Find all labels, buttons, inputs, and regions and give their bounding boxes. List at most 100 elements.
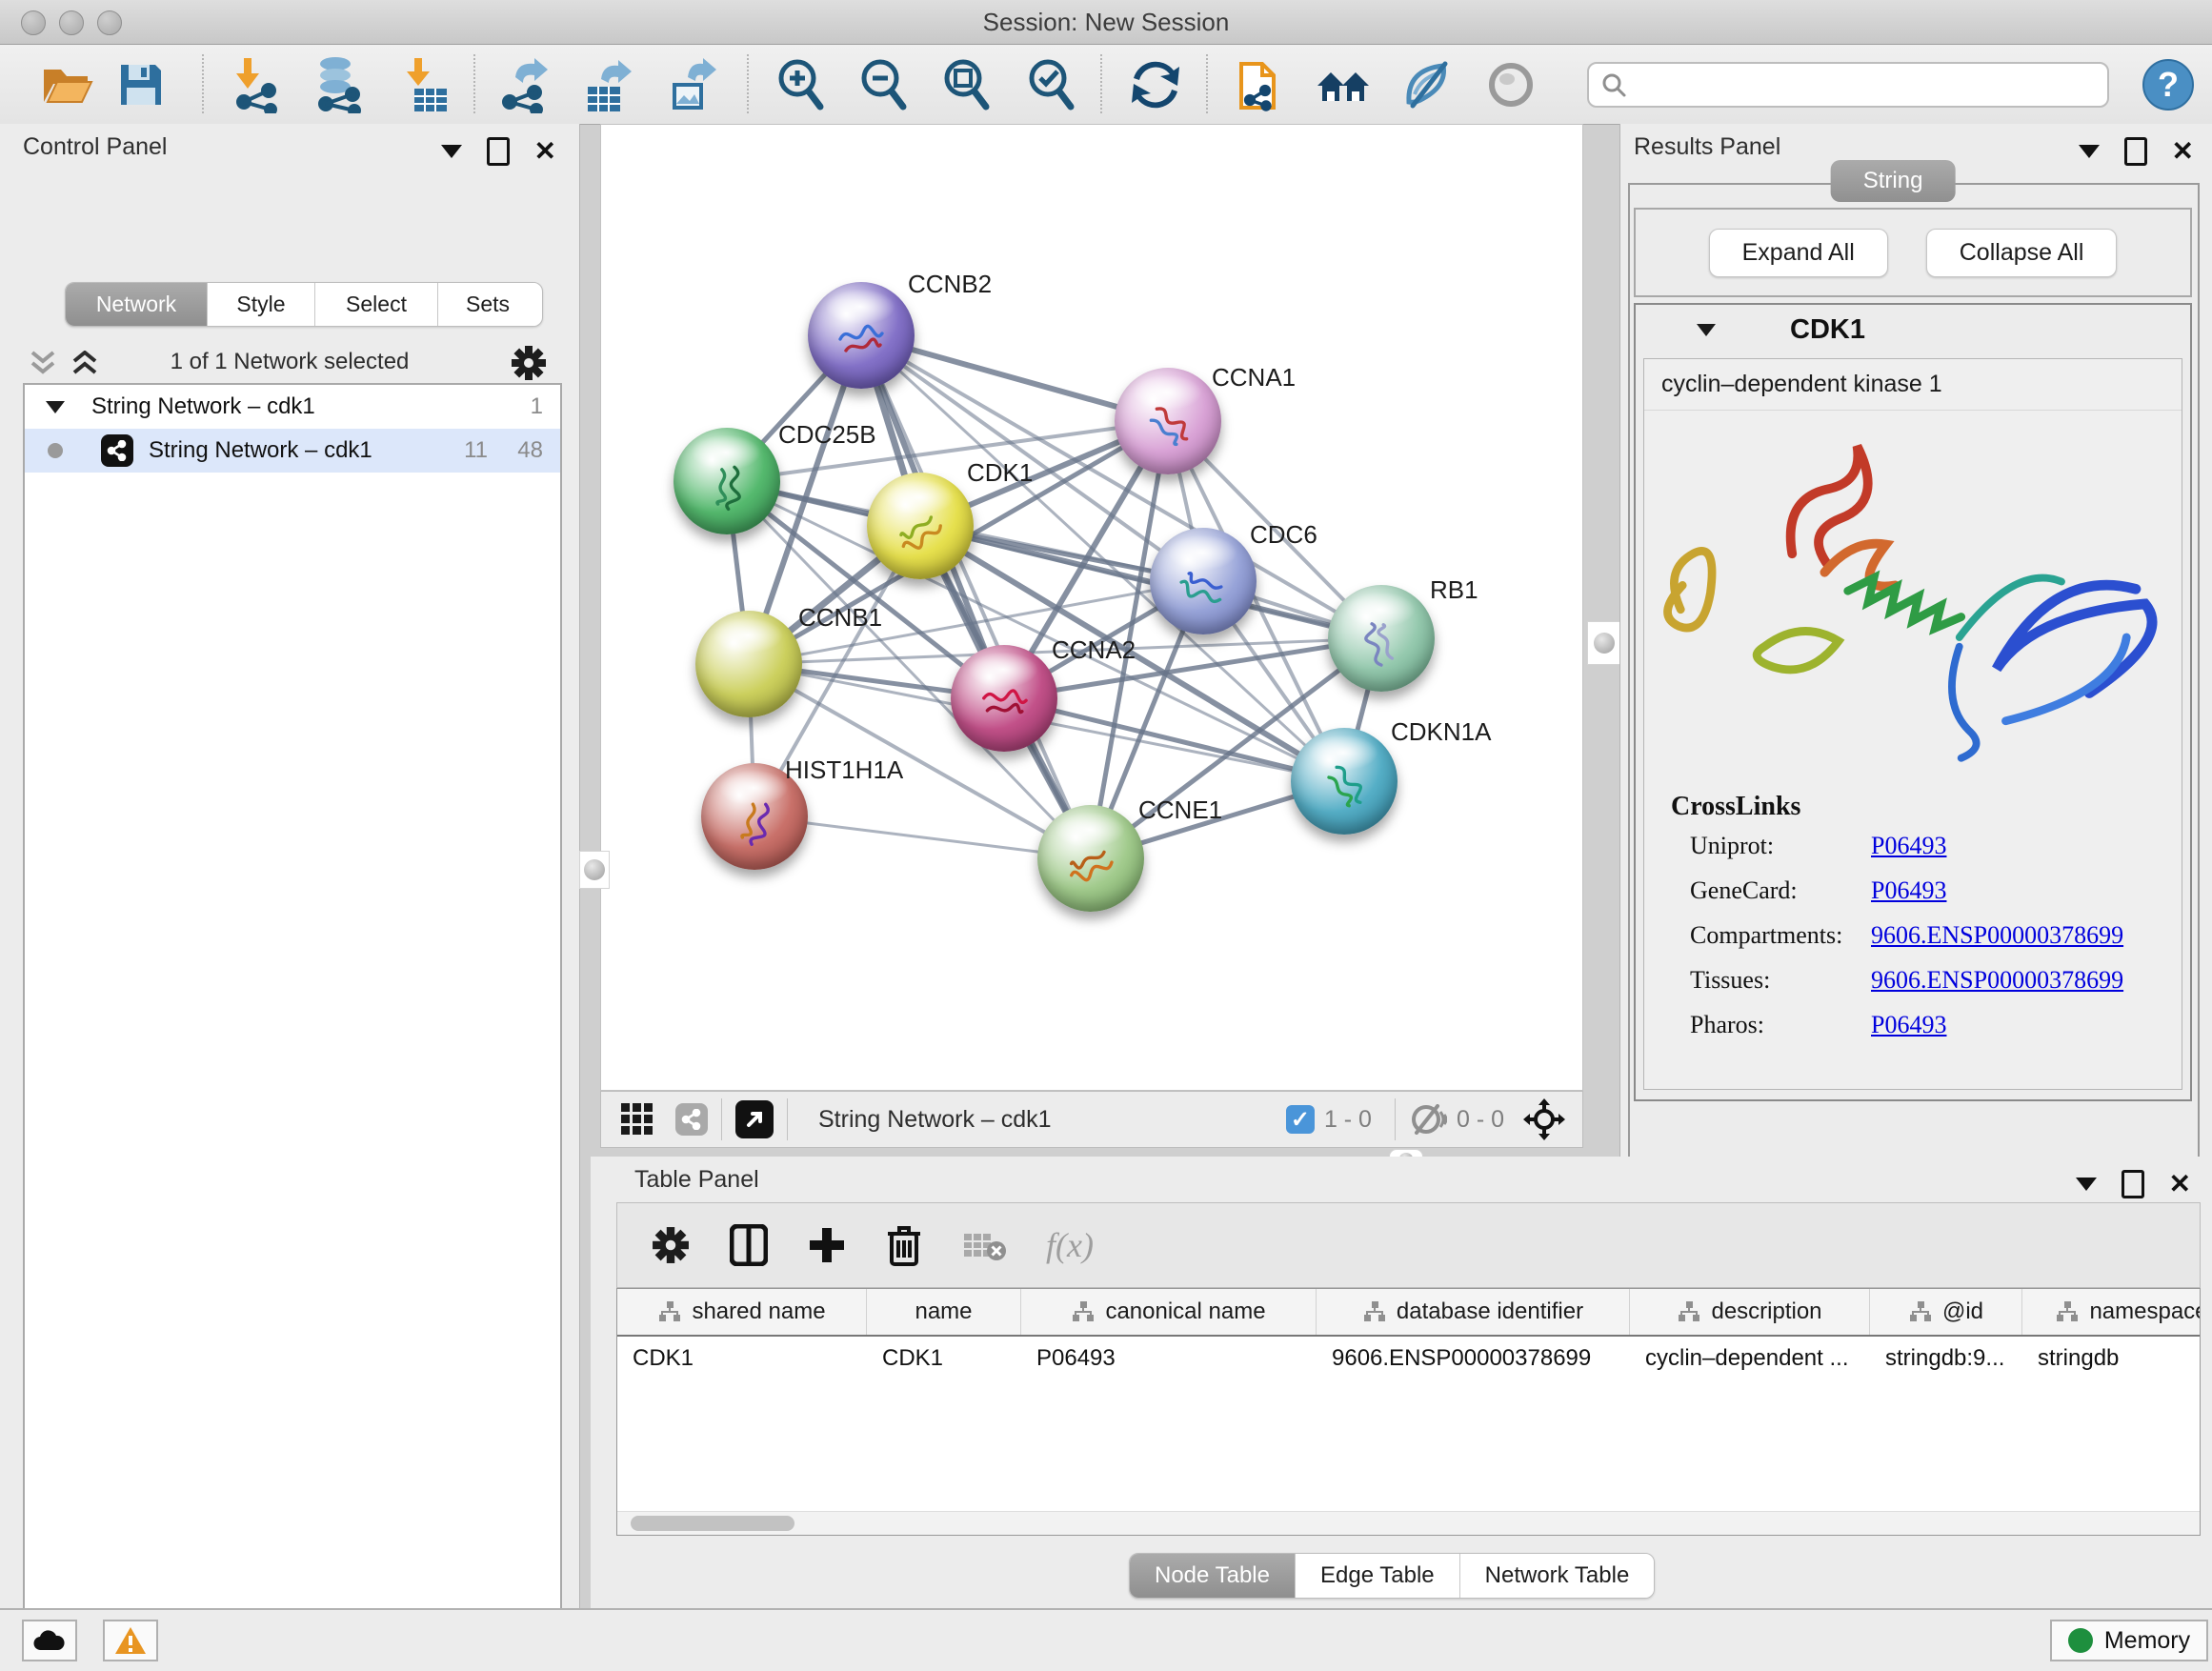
column-header-description[interactable]: description bbox=[1630, 1289, 1870, 1335]
zoom-selected-button[interactable] bbox=[1022, 56, 1079, 113]
search-field[interactable] bbox=[1587, 62, 2109, 108]
cloud-status-button[interactable] bbox=[22, 1620, 77, 1661]
panel-float-icon[interactable] bbox=[2122, 1170, 2144, 1198]
search-input[interactable] bbox=[1627, 70, 2069, 99]
panel-close-icon[interactable]: ✕ bbox=[534, 142, 556, 161]
table-panel: Table Panel ✕ bbox=[591, 1157, 2212, 1608]
tab-network[interactable]: Network bbox=[66, 283, 208, 326]
export-network-button[interactable] bbox=[496, 56, 553, 113]
export-image-button[interactable] bbox=[663, 56, 720, 113]
tab-node-table[interactable]: Node Table bbox=[1130, 1554, 1296, 1598]
delete-column-icon[interactable] bbox=[886, 1224, 922, 1266]
panel-float-icon[interactable] bbox=[487, 137, 510, 166]
import-table-file-button[interactable] bbox=[397, 56, 454, 113]
import-network-database-button[interactable] bbox=[310, 56, 367, 113]
network-canvas[interactable]: CCNB2CCNA1CDC25BCDK1CDC6RB1CCNB1CCNA2CDK… bbox=[600, 124, 1583, 1091]
collapse-all-button[interactable]: Collapse All bbox=[1926, 229, 2118, 277]
table-header-row: shared namenamecanonical namedatabase id… bbox=[617, 1289, 2200, 1337]
tab-edge-table[interactable]: Edge Table bbox=[1296, 1554, 1460, 1598]
table-cell[interactable]: P06493 bbox=[1021, 1337, 1317, 1380]
column-header-namespace[interactable]: namespace bbox=[2022, 1289, 2201, 1335]
panel-float-icon[interactable] bbox=[2124, 137, 2147, 166]
export-table-button[interactable] bbox=[578, 56, 635, 113]
network-node-count: 11 bbox=[464, 437, 488, 464]
gear-icon[interactable] bbox=[511, 345, 547, 381]
detach-view-icon[interactable] bbox=[735, 1100, 774, 1138]
zoom-out-button[interactable] bbox=[855, 56, 912, 113]
column-header--id[interactable]: @id bbox=[1870, 1289, 2022, 1335]
grid-view-icon[interactable] bbox=[620, 1102, 654, 1137]
delete-table-icon[interactable] bbox=[962, 1228, 1006, 1262]
panel-minimize-icon[interactable] bbox=[2079, 145, 2100, 158]
function-builder-button[interactable]: f(x) bbox=[1046, 1225, 1094, 1265]
memory-button[interactable]: Memory bbox=[2050, 1620, 2208, 1661]
left-splitter-handle[interactable] bbox=[579, 851, 610, 889]
hide-graphics-details-button[interactable] bbox=[1399, 56, 1457, 113]
selected-checkbox-icon[interactable]: ✓ bbox=[1286, 1105, 1315, 1134]
show-columns-icon[interactable] bbox=[730, 1224, 768, 1266]
warnings-button[interactable] bbox=[103, 1620, 158, 1661]
collection-expand-icon[interactable] bbox=[46, 401, 65, 413]
network-node-ccna1[interactable] bbox=[1115, 368, 1221, 474]
column-header-name[interactable]: name bbox=[867, 1289, 1021, 1335]
tab-sets[interactable]: Sets bbox=[438, 283, 537, 326]
help-button[interactable]: ? bbox=[2140, 56, 2197, 113]
table-row[interactable]: CDK1CDK1P064939606.ENSP00000378699cyclin… bbox=[617, 1337, 2200, 1380]
hidden-eye-slash-icon[interactable] bbox=[1409, 1104, 1447, 1135]
network-from-file-button[interactable] bbox=[1231, 56, 1288, 113]
network-node-cdkn1a[interactable] bbox=[1291, 728, 1398, 835]
import-network-file-button[interactable] bbox=[229, 56, 286, 113]
gene-collapse-icon[interactable] bbox=[1697, 324, 1716, 336]
tab-string[interactable]: String bbox=[1831, 160, 1956, 202]
right-splitter-handle[interactable] bbox=[1587, 621, 1621, 665]
panel-close-icon[interactable]: ✕ bbox=[2169, 1175, 2191, 1194]
panel-minimize-icon[interactable] bbox=[2076, 1178, 2097, 1191]
save-session-button[interactable] bbox=[112, 56, 170, 113]
home-button[interactable] bbox=[1316, 56, 1373, 113]
horizontal-scrollbar[interactable] bbox=[617, 1511, 2200, 1535]
panel-close-icon[interactable]: ✕ bbox=[2172, 142, 2194, 161]
column-header-database-identifier[interactable]: database identifier bbox=[1317, 1289, 1630, 1335]
column-header-canonical-name[interactable]: canonical name bbox=[1021, 1289, 1317, 1335]
tab-select[interactable]: Select bbox=[315, 283, 438, 326]
column-header-shared-name[interactable]: shared name bbox=[617, 1289, 867, 1335]
network-node-ccne1[interactable] bbox=[1037, 805, 1144, 912]
tab-network-table[interactable]: Network Table bbox=[1460, 1554, 1655, 1598]
toolbar-separator bbox=[473, 54, 475, 113]
show-graphics-details-button[interactable] bbox=[1482, 56, 1539, 113]
zoom-fit-button[interactable] bbox=[937, 56, 995, 113]
network-node-cdk1[interactable] bbox=[867, 473, 974, 579]
table-gear-icon[interactable] bbox=[652, 1226, 690, 1264]
crosslink-link[interactable]: P06493 bbox=[1871, 1011, 1946, 1039]
network-node-cdc25b[interactable] bbox=[674, 428, 780, 534]
expand-all-button[interactable]: Expand All bbox=[1709, 229, 1888, 277]
crosslink-link[interactable]: P06493 bbox=[1871, 832, 1946, 860]
table-cell[interactable]: CDK1 bbox=[617, 1337, 867, 1380]
network-node-ccnb1[interactable] bbox=[695, 611, 802, 717]
crosslink-link[interactable]: 9606.ENSP00000378699 bbox=[1871, 921, 2123, 950]
table-cell[interactable]: stringdb:9... bbox=[1870, 1337, 2022, 1380]
open-session-button[interactable] bbox=[38, 56, 95, 113]
network-node-cdc6[interactable] bbox=[1150, 528, 1257, 634]
gene-header[interactable]: CDK1 bbox=[1636, 305, 2190, 354]
tab-style[interactable]: Style bbox=[208, 283, 315, 326]
fit-content-crosshair-icon[interactable] bbox=[1523, 1098, 1565, 1140]
crosslink-link[interactable]: P06493 bbox=[1871, 876, 1946, 905]
zoom-in-button[interactable] bbox=[772, 56, 829, 113]
table-cell[interactable]: stringdb bbox=[2022, 1337, 2201, 1380]
network-node-rb1[interactable] bbox=[1328, 585, 1435, 692]
refresh-button[interactable] bbox=[1127, 56, 1184, 113]
network-row[interactable]: String Network – cdk1 11 48 bbox=[25, 429, 560, 473]
table-cell[interactable]: CDK1 bbox=[867, 1337, 1021, 1380]
add-column-icon[interactable] bbox=[808, 1226, 846, 1264]
scrollbar-thumb[interactable] bbox=[631, 1516, 794, 1531]
panel-minimize-icon[interactable] bbox=[441, 145, 462, 158]
crosslink-link[interactable]: 9606.ENSP00000378699 bbox=[1871, 966, 2123, 995]
table-cell[interactable]: cyclin–dependent ... bbox=[1630, 1337, 1870, 1380]
network-node-ccnb2[interactable] bbox=[808, 282, 915, 389]
table-cell[interactable]: 9606.ENSP00000378699 bbox=[1317, 1337, 1630, 1380]
network-view-icon[interactable] bbox=[675, 1103, 708, 1136]
node-table[interactable]: shared namenamecanonical namedatabase id… bbox=[616, 1288, 2201, 1536]
network-collection-row[interactable]: String Network – cdk1 1 bbox=[25, 385, 560, 429]
network-node-ccna2[interactable] bbox=[951, 645, 1057, 752]
